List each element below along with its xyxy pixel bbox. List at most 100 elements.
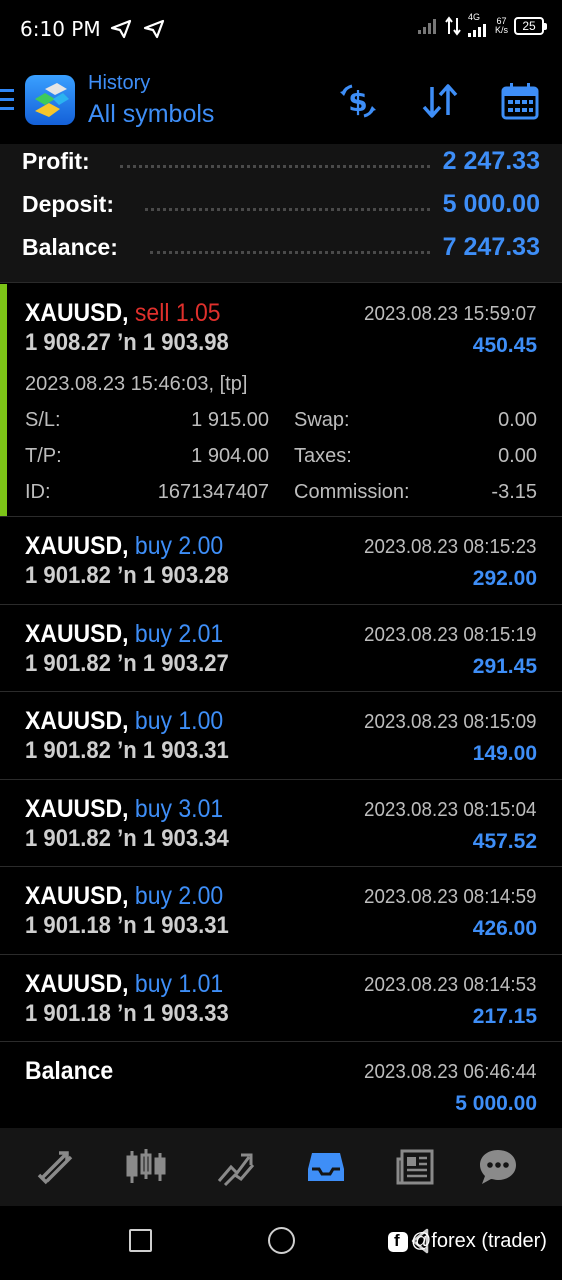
swap-label: Swap:	[294, 409, 350, 431]
trade-prices: 1 901.82 ’n 1 903.27	[25, 649, 229, 677]
symbol-filter[interactable]: All symbols	[88, 100, 214, 129]
home-button[interactable]	[268, 1227, 295, 1254]
trade-history-list: XAUUSD, sell 1.05 1 908.27 ’n 1 903.98 2…	[0, 284, 562, 1129]
trade-row[interactable]: XAUUSD, buy 2.00 1 901.18 ’n 1 903.31 20…	[0, 867, 562, 955]
balance-row: Balance: 7 247.33	[0, 230, 562, 270]
dotted-leader	[150, 251, 430, 254]
trade-row[interactable]: XAUUSD, buy 2.01 1 901.82 ’n 1 903.27 20…	[0, 604, 562, 692]
news-icon[interactable]	[396, 1147, 436, 1187]
id-value: 1671347407	[157, 481, 269, 503]
signal-icon	[467, 24, 486, 37]
trade-symbol: XAUUSD, sell 1.05	[25, 299, 221, 328]
data-arrows-icon	[445, 16, 461, 36]
sl-value: 1 915.00	[191, 409, 269, 431]
page-title: History	[88, 72, 151, 94]
deposit-label: Deposit:	[22, 191, 114, 217]
dotted-leader	[120, 165, 430, 168]
balance-label: Balance:	[22, 234, 118, 260]
telegram-icon	[110, 19, 132, 39]
trade-symbol: XAUUSD, buy 3.01	[25, 795, 223, 824]
balance-entry-label: Balance	[25, 1057, 114, 1085]
trade-row[interactable]: XAUUSD, buy 3.01 1 901.82 ’n 1 903.34 20…	[0, 779, 562, 867]
system-navigation: @forex (trader)	[0, 1206, 562, 1280]
trade-time: 2023.08.23 08:14:53	[364, 973, 537, 996]
menu-icon[interactable]	[0, 89, 14, 111]
trade-row-expanded[interactable]: XAUUSD, sell 1.05 1 908.27 ’n 1 903.98 2…	[0, 284, 562, 517]
trade-direction: buy 2.01	[134, 619, 224, 648]
net-speed: 67 K/s	[495, 17, 508, 35]
logo-icon	[25, 75, 75, 125]
trade-row[interactable]: XAUUSD, buy 1.01 1 901.18 ’n 1 903.33 20…	[0, 954, 562, 1042]
trade-row[interactable]: XAUUSD, buy 1.00 1 901.82 ’n 1 903.31 20…	[0, 692, 562, 780]
selected-indicator	[0, 284, 7, 516]
symbol-label: XAUUSD,	[25, 969, 129, 998]
account-summary: Profit: 2 247.33 Deposit: 5 000.00 Balan…	[0, 144, 562, 283]
status-time: 6:10 PM	[20, 17, 101, 41]
sort-icon[interactable]	[420, 81, 460, 121]
trade-profit: 149.00	[472, 742, 537, 765]
trade-direction: buy 2.00	[134, 532, 224, 560]
trade-icon[interactable]	[215, 1147, 255, 1187]
symbol-label: XAUUSD,	[25, 619, 129, 648]
battery-indicator: 25	[514, 17, 547, 35]
trade-time: 2023.08.23 08:15:04	[364, 798, 537, 821]
symbol-label: XAUUSD,	[25, 794, 129, 823]
trade-prices: 1 901.82 ’n 1 903.28	[25, 562, 229, 589]
trade-time: 2023.08.23 08:15:19	[364, 623, 537, 646]
chart-icon[interactable]	[126, 1147, 166, 1187]
trade-profit: 426.00	[472, 917, 537, 940]
net-speed-unit: K/s	[494, 25, 508, 35]
symbol-label: XAUUSD,	[25, 882, 129, 910]
chat-icon[interactable]	[478, 1147, 518, 1187]
trade-symbol: XAUUSD, buy 1.00	[25, 707, 223, 736]
commission-value: -3.15	[491, 481, 537, 503]
trade-direction: buy 1.00	[134, 707, 224, 735]
trade-symbol: XAUUSD, buy 2.00	[25, 532, 223, 561]
trade-prices: 1 901.18 ’n 1 903.31	[25, 912, 229, 939]
deposit-value: 5 000.00	[442, 190, 540, 218]
balance-entry-amount: 5 000.00	[455, 1092, 537, 1115]
trade-profit: 292.00	[472, 567, 537, 590]
signal-icon	[417, 19, 436, 34]
quotes-icon[interactable]	[37, 1147, 77, 1187]
status-indicators: 4G 67 K/s 25	[417, 12, 547, 37]
trade-time: 2023.08.23 08:15:09	[364, 711, 537, 733]
symbol-label: XAUUSD,	[25, 707, 129, 735]
watermark-text: @forex (trader)	[411, 1230, 547, 1252]
balance-entry-row[interactable]: Balance 2023.08.23 06:46:44 5 000.00	[0, 1042, 562, 1129]
trade-direction: sell 1.05	[134, 299, 221, 327]
trade-row[interactable]: XAUUSD, buy 2.00 1 901.82 ’n 1 903.28 20…	[0, 517, 562, 605]
trade-prices: 1 901.82 ’n 1 903.34	[25, 824, 229, 852]
symbol-label: XAUUSD,	[25, 299, 129, 327]
trade-symbol: XAUUSD, buy 1.01	[25, 970, 223, 999]
bottom-navigation	[0, 1128, 562, 1206]
open-time: 2023.08.23 15:46:03, [tp]	[25, 373, 248, 395]
tp-label: T/P:	[25, 445, 62, 467]
profit-value: 2 247.33	[442, 147, 540, 175]
trade-direction: buy 2.00	[134, 882, 224, 910]
balance-entry-time: 2023.08.23 06:46:44	[364, 1061, 537, 1083]
recents-button[interactable]	[129, 1229, 152, 1252]
id-label: ID:	[25, 481, 51, 503]
deposit-row: Deposit: 5 000.00	[0, 187, 562, 227]
calendar-icon[interactable]	[500, 81, 540, 121]
trade-symbol: XAUUSD, buy 2.01	[25, 620, 223, 649]
history-icon[interactable]	[306, 1147, 346, 1187]
trade-profit: 291.45	[472, 654, 537, 678]
trade-time: 2023.08.23 15:59:07	[364, 303, 537, 325]
swap-value: 0.00	[498, 409, 537, 431]
commission-label: Commission:	[294, 481, 410, 503]
dollar-swap-icon[interactable]: $	[338, 81, 378, 121]
trade-direction: buy 1.01	[134, 969, 224, 998]
profit-label: Profit:	[22, 148, 90, 174]
battery-level: 25	[522, 19, 536, 33]
telegram-icon	[143, 19, 165, 39]
trade-profit: 217.15	[472, 1004, 537, 1028]
trade-prices: 1 901.82 ’n 1 903.31	[25, 737, 229, 764]
trade-time: 2023.08.23 08:15:23	[364, 536, 537, 558]
network-type: 4G	[467, 12, 480, 22]
trade-prices: 1 908.27 ’n 1 903.98	[25, 329, 229, 356]
trade-profit: 457.52	[472, 829, 537, 853]
profit-row: Profit: 2 247.33	[0, 144, 562, 184]
svg-text:$: $	[348, 85, 367, 118]
